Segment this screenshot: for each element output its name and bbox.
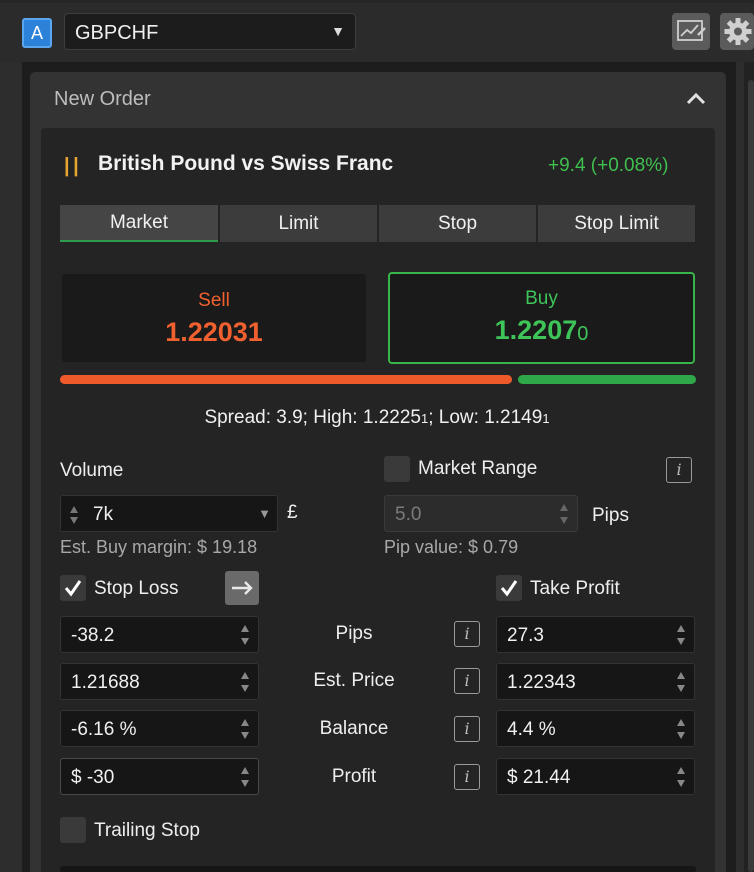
info-icon[interactable]: i — [454, 716, 480, 742]
sell-price: 1.22031 — [165, 317, 263, 347]
next-field-edge — [60, 866, 696, 872]
chevron-down-icon: ▼ — [331, 23, 345, 39]
instrument-name: British Pound vs Swiss Franc — [98, 152, 394, 175]
market-range-checkbox[interactable] — [384, 456, 410, 482]
stepper-icon[interactable] — [676, 716, 686, 742]
volume-label: Volume — [60, 460, 124, 481]
buy-label: Buy — [525, 288, 558, 309]
volume-input[interactable]: 7k ▼ — [60, 495, 278, 532]
chart-edit-icon — [677, 20, 706, 41]
info-icon[interactable]: i — [454, 764, 480, 790]
volume-currency: £ — [287, 502, 298, 523]
stepper-icon[interactable] — [240, 669, 250, 695]
account-badge[interactable]: A — [22, 18, 52, 48]
stepper-icon[interactable] — [69, 505, 79, 525]
panel-title: New Order — [54, 88, 151, 110]
market-range-input[interactable]: 5.0 — [384, 495, 578, 532]
est-price-row-label: Est. Price — [313, 670, 395, 691]
buy-sentiment-bar — [518, 375, 696, 384]
chevron-down-icon[interactable]: ▼ — [258, 506, 271, 521]
tab-market[interactable]: Market — [60, 205, 218, 242]
copy-to-take-profit-button[interactable] — [225, 571, 259, 605]
sell-button[interactable]: Sell 1.22031 — [62, 274, 366, 362]
sell-sentiment-bar — [60, 375, 512, 384]
trailing-stop-checkbox[interactable] — [60, 817, 86, 843]
daily-change: +9.4 (+0.08%) — [548, 155, 669, 176]
stepper-icon[interactable] — [676, 669, 686, 695]
take-profit-price-input[interactable]: 1.22343 — [496, 663, 695, 700]
tab-stop-limit[interactable]: Stop Limit — [538, 205, 695, 242]
stepper-icon[interactable] — [240, 622, 250, 648]
take-profit-label: Take Profit — [530, 578, 620, 599]
take-profit-checkbox[interactable] — [496, 575, 522, 601]
pips-row-label: Pips — [335, 623, 373, 644]
take-profit-pips-input[interactable]: 27.3 — [496, 616, 695, 653]
chevron-up-icon — [686, 92, 706, 105]
toolbar-divider — [0, 0, 754, 3]
stepper-icon[interactable] — [240, 716, 250, 742]
market-range-label: Market Range — [418, 458, 538, 479]
symbol-select-value: GBPCHF — [75, 22, 159, 44]
tab-stop[interactable]: Stop — [379, 205, 536, 242]
est-margin: Est. Buy margin: $ 19.18 — [60, 537, 258, 557]
take-profit-profit-value: $ 21.44 — [507, 767, 571, 788]
stop-loss-checkbox[interactable] — [60, 575, 86, 601]
arrow-right-icon — [232, 581, 253, 595]
checkmark-icon — [64, 580, 82, 597]
pause-icon[interactable]: | | — [64, 155, 79, 178]
gear-icon — [724, 18, 752, 45]
info-icon[interactable]: i — [666, 457, 692, 483]
stop-loss-profit-input[interactable]: $ -30 — [60, 758, 259, 795]
symbol-select[interactable]: GBPCHF ▼ — [64, 13, 356, 50]
take-profit-balance-value: 4.4 % — [507, 719, 556, 740]
stepper-icon[interactable] — [676, 764, 686, 790]
balance-row-label: Balance — [319, 718, 389, 739]
stepper-icon[interactable] — [240, 764, 250, 790]
take-profit-profit-input[interactable]: $ 21.44 — [496, 758, 695, 795]
collapse-button[interactable] — [683, 86, 709, 112]
stop-loss-pips-input[interactable]: -38.2 — [60, 616, 259, 653]
stop-loss-price-value: 1.21688 — [71, 672, 140, 693]
stop-loss-pips-value: -38.2 — [71, 625, 115, 646]
chart-settings-button[interactable] — [672, 13, 710, 50]
checkmark-icon — [500, 580, 518, 597]
tab-limit[interactable]: Limit — [220, 205, 377, 242]
stepper-icon[interactable] — [559, 501, 569, 527]
stop-loss-label: Stop Loss — [94, 578, 179, 599]
sentiment-bar — [60, 375, 696, 384]
stop-loss-price-input[interactable]: 1.21688 — [60, 663, 259, 700]
info-icon[interactable]: i — [454, 668, 480, 694]
pip-value: Pip value: $ 0.79 — [384, 537, 519, 557]
market-range-value: 5.0 — [395, 504, 422, 525]
stop-loss-profit-value: $ -30 — [71, 767, 115, 788]
stepper-icon[interactable] — [676, 622, 686, 648]
stop-loss-balance-value: -6.16 % — [71, 719, 137, 740]
take-profit-balance-input[interactable]: 4.4 % — [496, 710, 695, 747]
info-icon[interactable]: i — [454, 621, 480, 647]
trailing-stop-label: Trailing Stop — [94, 820, 200, 841]
buy-price: 1.22070 — [494, 315, 589, 345]
sell-label: Sell — [198, 290, 230, 311]
market-stats: Spread: 3.9; High: 1.22251; Low: 1.21491 — [204, 407, 550, 428]
vertical-scrollbar[interactable] — [748, 80, 754, 872]
take-profit-pips-value: 27.3 — [507, 625, 544, 646]
volume-value: 7k — [93, 504, 114, 525]
market-range-unit: Pips — [592, 505, 629, 526]
buy-button[interactable]: Buy 1.22070 — [388, 272, 695, 364]
take-profit-price-value: 1.22343 — [507, 672, 576, 693]
profit-row-label: Profit — [331, 766, 377, 787]
settings-button[interactable] — [720, 13, 754, 50]
stop-loss-balance-input[interactable]: -6.16 % — [60, 710, 259, 747]
